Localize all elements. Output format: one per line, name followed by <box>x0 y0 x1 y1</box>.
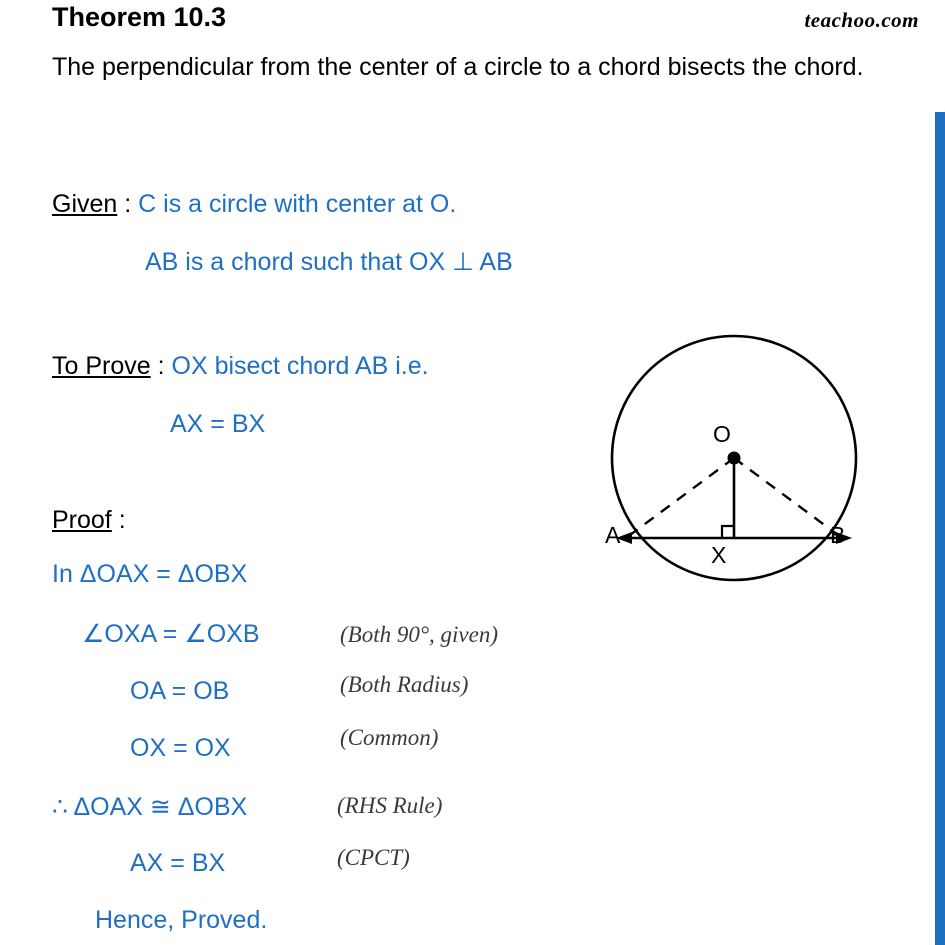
circle-diagram-svg <box>610 334 858 582</box>
theorem-statement: The perpendicular from the center of a c… <box>52 53 864 81</box>
figure-label-o: O <box>713 421 731 447</box>
given-line2: AB is a chord such that OX ⊥ AB <box>145 248 513 276</box>
proof-step-1: ∠OXA = ∠OXB <box>82 620 260 648</box>
page-edge-bar-gap <box>935 0 945 112</box>
proof-reason-3: (Common) <box>340 725 439 750</box>
proof-reason-4: (RHS Rule) <box>337 793 443 818</box>
given-section: Given : C is a circle with center at O. <box>52 190 456 219</box>
center-point-dot <box>727 451 741 465</box>
proof-reason-5: (CPCT) <box>337 845 410 870</box>
brand-watermark: teachoo.com <box>804 8 919 32</box>
given-separator: : <box>117 190 139 218</box>
proof-step-5: AX = BX <box>130 849 226 877</box>
segment-ob-dashed <box>733 457 839 536</box>
to-prove-line1: OX bisect chord AB i.e. <box>171 352 429 380</box>
to-prove-label: To Prove <box>52 352 151 380</box>
proof-step-3: OX = OX <box>130 734 231 762</box>
proof-step-4: ∴ ΔOAX ≅ ΔOBX <box>52 793 248 821</box>
to-prove-separator: : <box>150 352 172 380</box>
given-line1: C is a circle with center at O. <box>138 190 457 218</box>
page-title: Theorem 10.3 <box>52 2 227 32</box>
proof-reason-1: (Both 90°, given) <box>340 622 499 647</box>
segment-oa-dashed <box>629 457 735 536</box>
figure-label-a: A <box>605 522 621 548</box>
proof-section-label: Proof : <box>52 506 126 535</box>
figure-label-x: X <box>711 542 727 568</box>
to-prove-line2: AX = BX <box>170 410 266 438</box>
given-label: Given <box>52 190 118 218</box>
proof-intro: In ΔOAX = ΔOBX <box>52 560 248 588</box>
to-prove-section: To Prove : OX bisect chord AB i.e. <box>52 352 429 381</box>
proof-conclusion: Hence, Proved. <box>95 906 268 934</box>
proof-reason-2: (Both Radius) <box>340 672 469 697</box>
page-edge-bar <box>935 0 945 945</box>
proof-label-text: Proof <box>52 506 112 534</box>
right-angle-marker-icon <box>720 524 734 538</box>
document-page: Theorem 10.3 teachoo.com The perpendicul… <box>0 0 945 945</box>
figure-label-b: B <box>830 522 846 548</box>
proof-step-2: OA = OB <box>130 677 230 705</box>
circle-diagram: O A B X <box>592 325 912 615</box>
proof-label-separator: : <box>111 506 126 534</box>
